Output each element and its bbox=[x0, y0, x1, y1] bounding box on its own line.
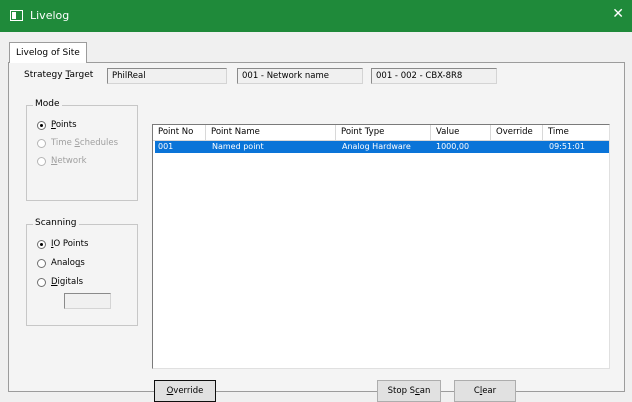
mode-time-schedules-radio[interactable]: Time Schedules bbox=[37, 138, 118, 148]
mode-group-title: Mode bbox=[33, 99, 62, 109]
column-header-time[interactable]: Time bbox=[543, 125, 609, 140]
radio-button-icon bbox=[37, 277, 46, 287]
table-row[interactable]: 001 Named point Analog Hardware 1000,00 … bbox=[155, 141, 609, 153]
radio-button-icon bbox=[37, 239, 46, 249]
strategy-target-label: Strategy Target bbox=[24, 70, 94, 80]
radio-button-icon bbox=[37, 258, 46, 268]
mode-network-radio[interactable]: Network bbox=[37, 156, 87, 166]
digitals-input[interactable] bbox=[64, 293, 111, 309]
scanning-group: Scanning IO Points Analogs Digitals bbox=[26, 218, 138, 326]
radio-button-icon bbox=[37, 120, 46, 130]
tab-livelog-of-site[interactable]: Livelog of Site bbox=[9, 42, 87, 63]
column-header-point-no[interactable]: Point No bbox=[153, 125, 206, 140]
column-header-point-type[interactable]: Point Type bbox=[336, 125, 431, 140]
mode-points-radio[interactable]: Points bbox=[37, 120, 77, 130]
cell-point-no: 001 bbox=[158, 142, 174, 151]
radio-button-icon bbox=[37, 138, 46, 148]
scanning-group-title: Scanning bbox=[33, 218, 79, 228]
cell-time: 09:51:01 bbox=[549, 142, 585, 151]
points-list[interactable]: Point No Point Name Point Type Value Ove… bbox=[152, 124, 610, 369]
window-title: Livelog bbox=[30, 9, 70, 22]
cell-value: 1000,00 bbox=[436, 142, 470, 151]
window-client-area: Livelog of Site Strategy Target PhilReal… bbox=[0, 32, 632, 402]
column-header-point-name[interactable]: Point Name bbox=[206, 125, 336, 140]
scanning-analogs-radio[interactable]: Analogs bbox=[37, 258, 85, 268]
strategy-network-field: 001 - Network name bbox=[237, 68, 363, 84]
scanning-io-points-radio[interactable]: IO Points bbox=[37, 239, 88, 249]
strategy-device-field: 001 - 002 - CBX-8R8 bbox=[371, 68, 497, 84]
column-header-override[interactable]: Override bbox=[491, 125, 543, 140]
mode-group: Mode Points Time Schedules Network bbox=[26, 99, 138, 201]
cell-override bbox=[491, 141, 543, 153]
strategy-site-field: PhilReal bbox=[107, 68, 227, 84]
radio-button-icon bbox=[37, 156, 46, 166]
close-icon[interactable]: ✕ bbox=[612, 6, 624, 22]
column-header-value[interactable]: Value bbox=[431, 125, 491, 140]
list-header: Point No Point Name Point Type Value Ove… bbox=[153, 125, 609, 141]
scanning-digitals-radio[interactable]: Digitals bbox=[37, 277, 83, 287]
app-window-icon bbox=[10, 10, 23, 21]
cell-point-type: Analog Hardware bbox=[342, 142, 411, 151]
title-bar[interactable]: Livelog ✕ bbox=[0, 0, 632, 32]
cell-point-name: Named point bbox=[212, 142, 264, 151]
